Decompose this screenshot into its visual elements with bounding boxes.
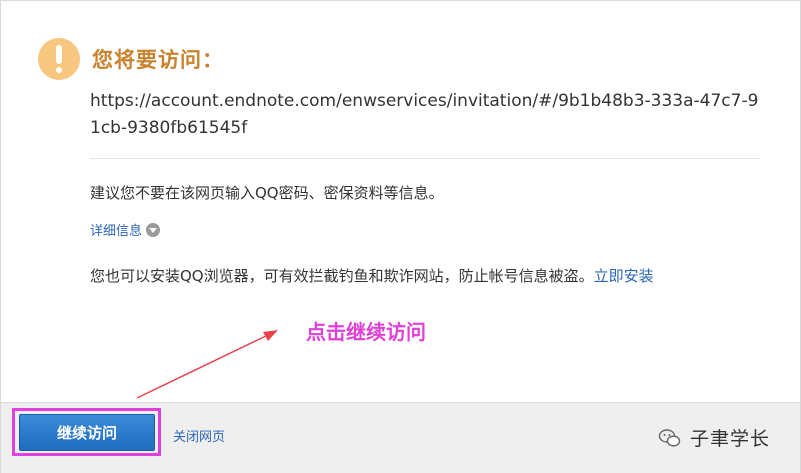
security-advice: 建议您不要在该网页输入QQ密码、密保资料等信息。 bbox=[90, 184, 444, 202]
watermark-text: 子聿学长 bbox=[690, 428, 771, 450]
promo-text: 您也可以安装QQ浏览器，可有效拦截钓鱼和欺诈网站，防止帐号信息被盗。 bbox=[90, 267, 594, 285]
chevron-down-icon bbox=[146, 222, 161, 237]
continue-button[interactable]: 继续访问 bbox=[19, 414, 155, 451]
watermark: 子聿学长 bbox=[658, 424, 770, 451]
browser-promo: 您也可以安装QQ浏览器，可有效拦截钓鱼和欺诈网站，防止帐号信息被盗。立即安装 bbox=[90, 265, 654, 286]
install-link[interactable]: 立即安装 bbox=[594, 267, 654, 285]
dialog-title: 您将要访问： bbox=[92, 48, 224, 72]
warning-icon bbox=[38, 38, 80, 80]
wechat-icon bbox=[658, 428, 681, 447]
annotation-text: 点击继续访问 bbox=[306, 320, 426, 344]
target-url: https://account.endnote.com/enwservices/… bbox=[90, 91, 759, 138]
details-label: 详细信息 bbox=[90, 224, 143, 239]
close-page-link[interactable]: 关闭网页 bbox=[173, 426, 225, 445]
divider bbox=[90, 158, 760, 159]
details-toggle[interactable]: 详细信息 bbox=[90, 220, 161, 239]
